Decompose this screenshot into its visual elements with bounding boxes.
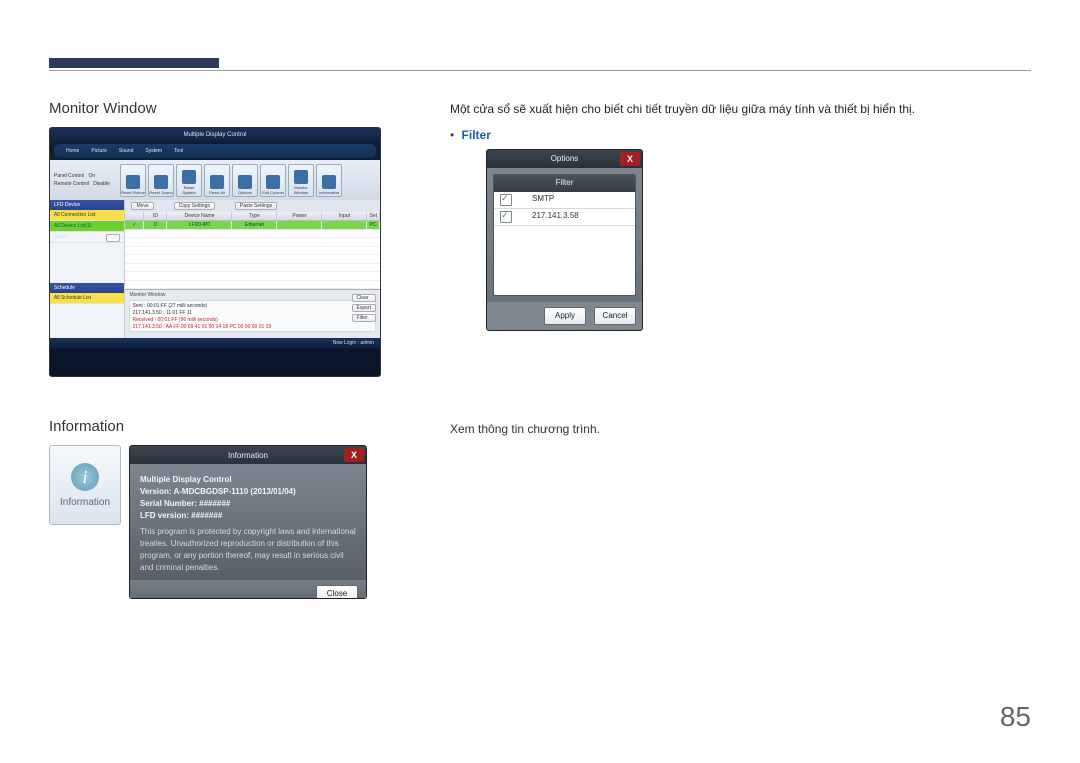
filter-bullet: • Filter	[450, 128, 960, 144]
sidebar-edit-button[interactable]: Edit	[106, 234, 121, 242]
monitor-panel-title: Monitor Window	[129, 292, 376, 298]
info-product-name: Multiple Display Control	[140, 474, 356, 486]
toolbar-status-panel: Panel Control On Remote Control Disable	[54, 172, 116, 188]
reset-picture-icon	[126, 175, 140, 189]
grid-row-selected[interactable]: ✓ 0 LFD0-IP0 Ethernet PC	[125, 221, 380, 230]
info-icon: i	[71, 463, 99, 491]
paste-settings-button[interactable]: Paste Settings	[235, 202, 277, 210]
monitor-log-panel: Monitor Window Sent : 00:01:FF (27 milli…	[125, 289, 380, 338]
sidebar-lfd-header: LFD Device	[50, 200, 124, 210]
information-icon	[322, 175, 336, 189]
close-button[interactable]: X	[344, 448, 364, 462]
sidebar-all-connection[interactable]: All Connection List	[50, 210, 124, 221]
menu-picture[interactable]: Picture	[91, 148, 107, 154]
app-screenshot: Multiple Display Control Home Picture So…	[49, 127, 381, 377]
app-toolbar: Panel Control On Remote Control Disable …	[50, 160, 380, 200]
sidebar-schedule-header: Schedule	[50, 283, 124, 293]
information-section: Information i Information Information X …	[49, 418, 379, 599]
app-menubar: Home Picture Sound System Tool	[54, 144, 376, 158]
filter-row-ip[interactable]: 217.141.3.58	[494, 209, 635, 226]
info-tile-label: Information	[60, 497, 110, 508]
sidebar-all-schedule[interactable]: All Schedule List	[50, 293, 124, 304]
move-button[interactable]: Move	[131, 202, 153, 210]
export-button[interactable]: Export	[352, 304, 376, 312]
info-version: Version: A-MDCBGDSP-1110 (2013/01/04)	[140, 486, 356, 498]
main-pane: Move Copy Settings Paste Settings ID Dev…	[125, 200, 380, 338]
menu-tool[interactable]: Tool	[174, 148, 183, 154]
filter-label: Filter	[462, 128, 491, 142]
clear-button[interactable]: Clear	[352, 294, 376, 302]
information-dialog: Information X Multiple Display Control V…	[129, 445, 367, 599]
reset-system-button[interactable]: Reset System	[176, 164, 202, 197]
information-button[interactable]: Information	[316, 164, 342, 197]
monitor-window-icon	[294, 170, 308, 184]
reset-all-button[interactable]: Reset All	[204, 164, 230, 197]
monitor-window-button[interactable]: Monitor Window	[288, 164, 314, 197]
options-button[interactable]: Options	[232, 164, 258, 197]
filter-list-header: Filter	[494, 175, 635, 191]
check-icon[interactable]	[500, 211, 512, 223]
cancel-button[interactable]: Cancel	[594, 307, 636, 325]
menu-system[interactable]: System	[145, 148, 162, 154]
header-divider	[49, 70, 1031, 71]
grid-header: ID Device Name Type Power Input Set	[125, 212, 380, 221]
reset-all-icon	[210, 175, 224, 189]
information-tile[interactable]: i Information	[49, 445, 121, 525]
app-titlebar: Multiple Display Control	[50, 128, 380, 142]
options-popup-titlebar: Options X	[487, 150, 642, 168]
information-heading: Information	[49, 418, 379, 435]
copy-settings-button[interactable]: Copy Settings	[174, 202, 215, 210]
info-serial: Serial Number: #######	[140, 498, 356, 510]
monitor-window-heading: Monitor Window	[49, 100, 379, 117]
close-button-dialog[interactable]: Close	[316, 585, 358, 599]
check-icon[interactable]	[500, 194, 512, 206]
sidebar-all-device[interactable]: All Device List(1)	[50, 221, 124, 232]
reset-picture-button[interactable]: Reset Picture	[120, 164, 146, 197]
sidebar: LFD Device All Connection List All Devic…	[50, 200, 125, 338]
monitor-window-section: Monitor Window Multiple Display Control …	[49, 100, 379, 377]
reset-sound-button[interactable]: Reset Sound	[148, 164, 174, 197]
options-icon	[238, 175, 252, 189]
page-number: 85	[1000, 701, 1031, 733]
options-popup: Options X Filter SMTP 217.141.3.58	[486, 149, 643, 331]
filter-list: Filter SMTP 217.141.3.58	[493, 174, 636, 296]
app-status-bar: Now Login : admin	[50, 338, 380, 348]
edit-column-icon	[266, 175, 280, 189]
filter-row-smtp[interactable]: SMTP	[494, 192, 635, 209]
apply-button[interactable]: Apply	[544, 307, 586, 325]
info-copyright: This program is protected by copyright l…	[140, 526, 356, 574]
close-button[interactable]: X	[620, 152, 640, 166]
header-accent-bar	[49, 58, 219, 68]
menu-home[interactable]: Home	[66, 148, 79, 154]
sidebar-group[interactable]: Group Edit	[50, 232, 124, 243]
information-dialog-titlebar: Information X	[130, 446, 366, 464]
monitor-window-description-col: Một cửa sổ sẽ xuất hiện cho biết chi tiế…	[450, 102, 960, 331]
info-lfd-version: LFD version: #######	[140, 510, 356, 522]
monitor-log: Sent : 00:01:FF (27 milli seconds) 217.1…	[129, 300, 376, 332]
monitor-window-description: Một cửa sổ sẽ xuất hiện cho biết chi tiế…	[450, 102, 960, 118]
filter-button[interactable]: Filter	[352, 314, 376, 322]
edit-column-button[interactable]: Edit Column	[260, 164, 286, 197]
information-description: Xem thông tin chương trình.	[450, 422, 960, 436]
reset-system-icon	[182, 170, 196, 184]
reset-sound-icon	[154, 175, 168, 189]
menu-sound[interactable]: Sound	[119, 148, 133, 154]
